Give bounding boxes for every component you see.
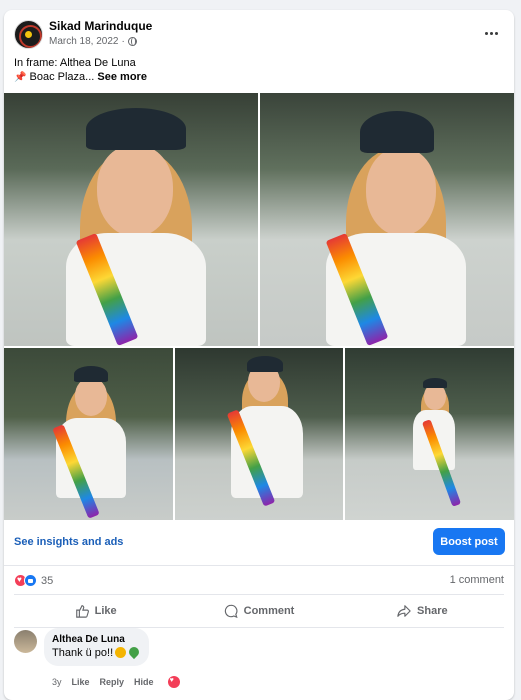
- reaction-count: 35: [41, 574, 54, 587]
- comment-body: Thank ü po!!: [52, 647, 114, 659]
- comment-count[interactable]: 1 comment: [450, 574, 504, 586]
- globe-icon: [127, 37, 137, 46]
- reaction-summary[interactable]: 35: [14, 574, 53, 587]
- post-header: Sikad Marinduque March 18, 2022 ·: [4, 10, 514, 60]
- photo-grid: [4, 93, 514, 520]
- green-heart-icon: [127, 644, 142, 660]
- meta-separator: ·: [121, 36, 125, 47]
- like-label: Like: [94, 605, 117, 617]
- comment-like-button[interactable]: Like: [72, 677, 90, 687]
- comment-label: Comment: [243, 605, 295, 617]
- share-button[interactable]: Share: [341, 595, 504, 627]
- smiling-face-hearts-icon: [115, 647, 127, 658]
- like-button[interactable]: Like: [14, 595, 177, 627]
- photo-4[interactable]: [175, 348, 343, 520]
- post-actions: Like Comment Share: [14, 594, 504, 628]
- commenter-avatar[interactable]: [14, 630, 37, 653]
- see-more-link[interactable]: See more: [97, 71, 147, 83]
- post-date[interactable]: March 18, 2022: [49, 36, 119, 47]
- comment-bubble-icon: [224, 604, 238, 618]
- caption-line-1: In frame: Althea De Luna: [14, 57, 136, 69]
- promo-row: See insights and ads Boost post: [4, 520, 514, 566]
- post-caption: In frame: Althea De Luna 📌 Boac Plaza...…: [14, 56, 147, 85]
- share-arrow-icon: [397, 605, 411, 617]
- comment-item: Althea De Luna Thank ü po!! 3y Like Repl…: [14, 628, 504, 700]
- post-meta: March 18, 2022 ·: [49, 36, 137, 47]
- thumbs-up-icon: [75, 605, 89, 618]
- photo-1[interactable]: [4, 93, 258, 346]
- see-insights-link[interactable]: See insights and ads: [14, 536, 123, 548]
- pushpin-icon: 📌: [14, 72, 27, 83]
- commenter-name[interactable]: Althea De Luna: [52, 634, 139, 645]
- comment-button[interactable]: Comment: [177, 595, 340, 627]
- comment-love-reaction-icon[interactable]: [167, 676, 180, 688]
- comment-meta: 3y Like Reply Hide: [52, 676, 180, 688]
- caption-line-2: 📌 Boac Plaza... See more: [14, 70, 147, 85]
- comment-time[interactable]: 3y: [52, 677, 62, 687]
- reaction-stats: 35 1 comment: [4, 566, 514, 594]
- like-reaction-icon: [24, 574, 37, 587]
- comment-hide-button[interactable]: Hide: [134, 677, 154, 687]
- share-label: Share: [417, 605, 448, 617]
- boost-post-button[interactable]: Boost post: [433, 528, 505, 555]
- caption-location: Boac Plaza...: [29, 71, 95, 83]
- more-options-icon[interactable]: [480, 24, 502, 42]
- page-name[interactable]: Sikad Marinduque: [49, 19, 152, 33]
- photo-2[interactable]: [260, 93, 514, 346]
- photo-3[interactable]: [4, 348, 173, 520]
- comment-reply-button[interactable]: Reply: [100, 677, 125, 687]
- comment-text: Thank ü po!!: [52, 644, 142, 660]
- comment-bubble: Althea De Luna Thank ü po!!: [44, 628, 150, 666]
- post-card: Sikad Marinduque March 18, 2022 · In fra…: [4, 10, 514, 700]
- photo-5[interactable]: [345, 348, 514, 520]
- page-avatar[interactable]: [14, 20, 43, 49]
